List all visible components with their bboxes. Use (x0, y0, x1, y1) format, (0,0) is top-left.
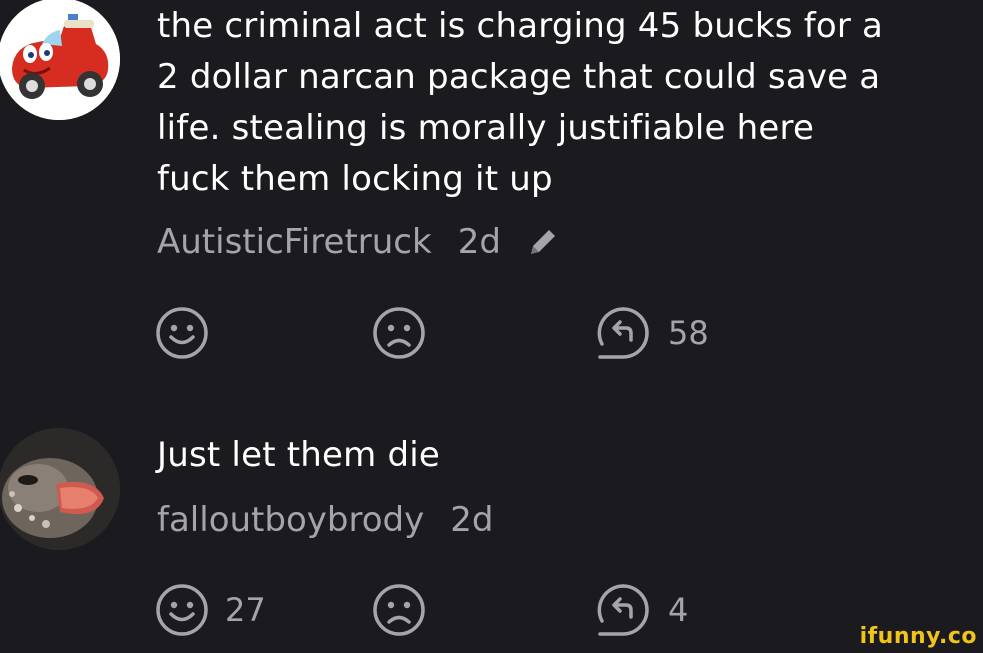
comment-text: the criminal act is charging 45 bucks fo… (157, 6, 884, 199)
watermark-logo: ifunny.co (859, 624, 977, 649)
reply-button[interactable]: 58 (594, 304, 709, 362)
frown-button[interactable] (372, 583, 442, 637)
smile-button[interactable]: 27 (155, 583, 266, 637)
frown-icon (373, 307, 425, 359)
username[interactable]: AutisticFiretruck (157, 222, 432, 262)
timestamp: 2d (457, 222, 501, 262)
comment-text: Just let them die (157, 435, 441, 475)
reply-count: 4 (668, 591, 689, 629)
reply-button[interactable]: 4 (594, 581, 688, 639)
avatar[interactable] (0, 0, 120, 120)
smile-count: 27 (225, 591, 266, 629)
firetruck-avatar-icon (0, 0, 120, 120)
frown-icon (373, 584, 425, 636)
timestamp: 2d (450, 500, 494, 540)
smile-icon (156, 584, 208, 636)
smile-icon (156, 307, 208, 359)
frown-button[interactable] (372, 306, 442, 360)
bird-avatar-icon (0, 428, 120, 550)
pencil-icon (527, 226, 559, 258)
comment-meta: AutisticFiretruck 2d (157, 222, 559, 262)
username[interactable]: falloutboybrody (157, 500, 424, 540)
smile-button[interactable] (155, 306, 225, 360)
reply-icon (597, 584, 649, 636)
reply-icon (597, 307, 649, 359)
reply-count: 58 (668, 314, 709, 352)
avatar[interactable] (0, 428, 120, 550)
comment-meta: falloutboybrody 2d (157, 500, 493, 540)
